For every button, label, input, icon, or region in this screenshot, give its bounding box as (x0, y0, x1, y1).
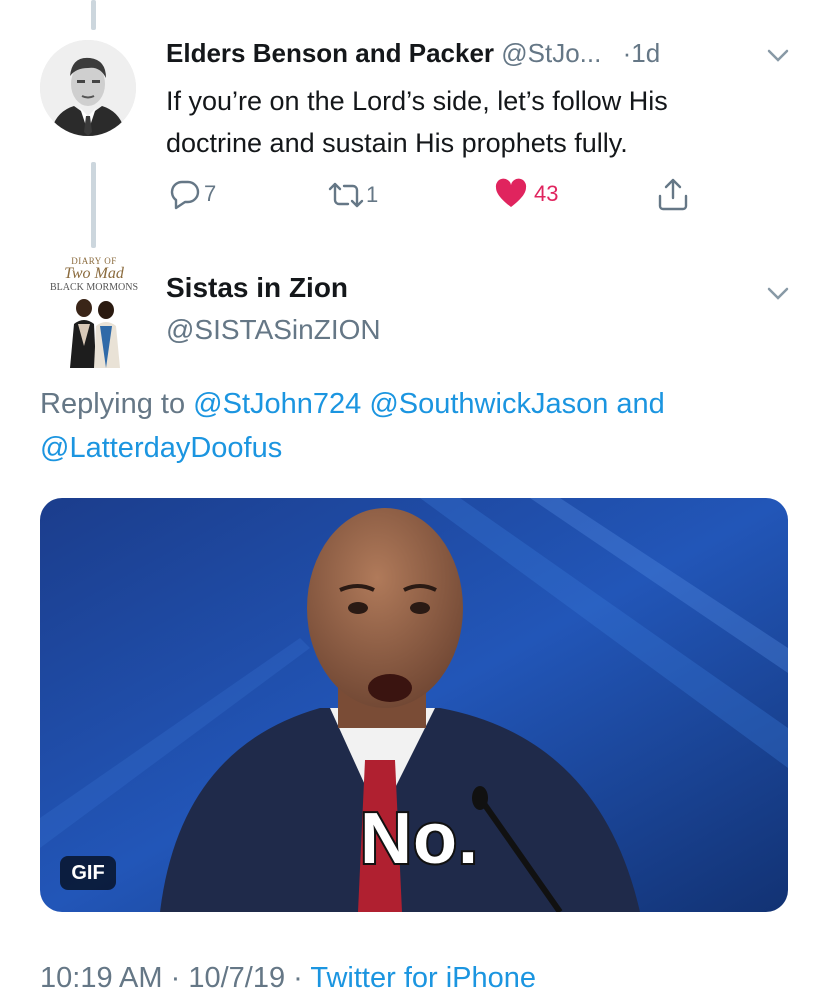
tweet-footer: 10:19 AM · 10/7/19 · Twitter for iPhone (40, 962, 536, 995)
like-count: 43 (534, 181, 559, 206)
footer-time: 10:19 AM (40, 962, 163, 994)
avatar-elders[interactable] (40, 40, 136, 136)
tweet-text-line: If you’re on the Lord’s side, let’s foll… (166, 86, 668, 116)
mention-link[interactable]: @SouthwickJason (369, 388, 608, 420)
reply-author-handle[interactable]: @SISTASinZION (166, 314, 381, 346)
tweet-text: If you’re on the Lord’s side, let’s foll… (166, 80, 668, 164)
sistas-photo-icon (70, 299, 120, 368)
avatar-sistas[interactable]: DIARY OF Two Mad BLACK MORMONS (38, 256, 150, 368)
gif-badge: GIF (60, 856, 116, 890)
gif-media[interactable]: No. GIF (40, 498, 788, 912)
reply-button[interactable]: 7 (168, 178, 216, 210)
tweet-text-line: doctrine and sustain His prophets fully. (166, 128, 628, 158)
thread-line-bottom (91, 162, 96, 248)
tweet-header: Elders Benson and Packer @StJo... ·1d (166, 38, 660, 69)
retweet-count: 1 (366, 182, 379, 207)
replying-and[interactable]: and (616, 388, 664, 420)
gif-caption: No. (358, 797, 480, 881)
retweet-button[interactable]: 1 (326, 180, 378, 210)
logo-line: Two Mad (64, 265, 124, 282)
author-handle[interactable]: @StJo... (501, 38, 601, 68)
chevron-down-icon[interactable] (766, 286, 790, 302)
reply-author-name[interactable]: Sistas in Zion (166, 272, 348, 304)
share-icon (658, 178, 688, 211)
replying-prefix: Replying to (40, 388, 186, 420)
footer-date: 10/7/19 (188, 962, 286, 994)
like-button[interactable]: 43 (494, 178, 558, 210)
footer-source-link[interactable]: Twitter for iPhone (310, 962, 536, 994)
reply-icon (170, 180, 200, 210)
replying-to: Replying to @StJohn724 @SouthwickJason a… (40, 382, 800, 470)
retweet-icon (328, 182, 364, 208)
logo-line: BLACK MORMONS (49, 282, 139, 293)
thread-line-top (91, 0, 96, 30)
avatar-portrait-icon (40, 40, 136, 136)
mention-link[interactable]: @LatterdayDoofus (40, 432, 282, 464)
footer-separator: · (170, 962, 181, 994)
footer-separator: · (293, 962, 303, 994)
reply-count: 7 (204, 181, 217, 206)
sistas-logo: DIARY OF Two Mad BLACK MORMONS (38, 256, 150, 294)
share-button[interactable] (656, 176, 690, 212)
tweet-time: ·1d (622, 38, 661, 68)
author-name[interactable]: Elders Benson and Packer (166, 38, 494, 68)
heart-icon (495, 178, 527, 207)
chevron-down-icon[interactable] (766, 48, 790, 64)
mention-link[interactable]: @StJohn724 (193, 388, 361, 420)
